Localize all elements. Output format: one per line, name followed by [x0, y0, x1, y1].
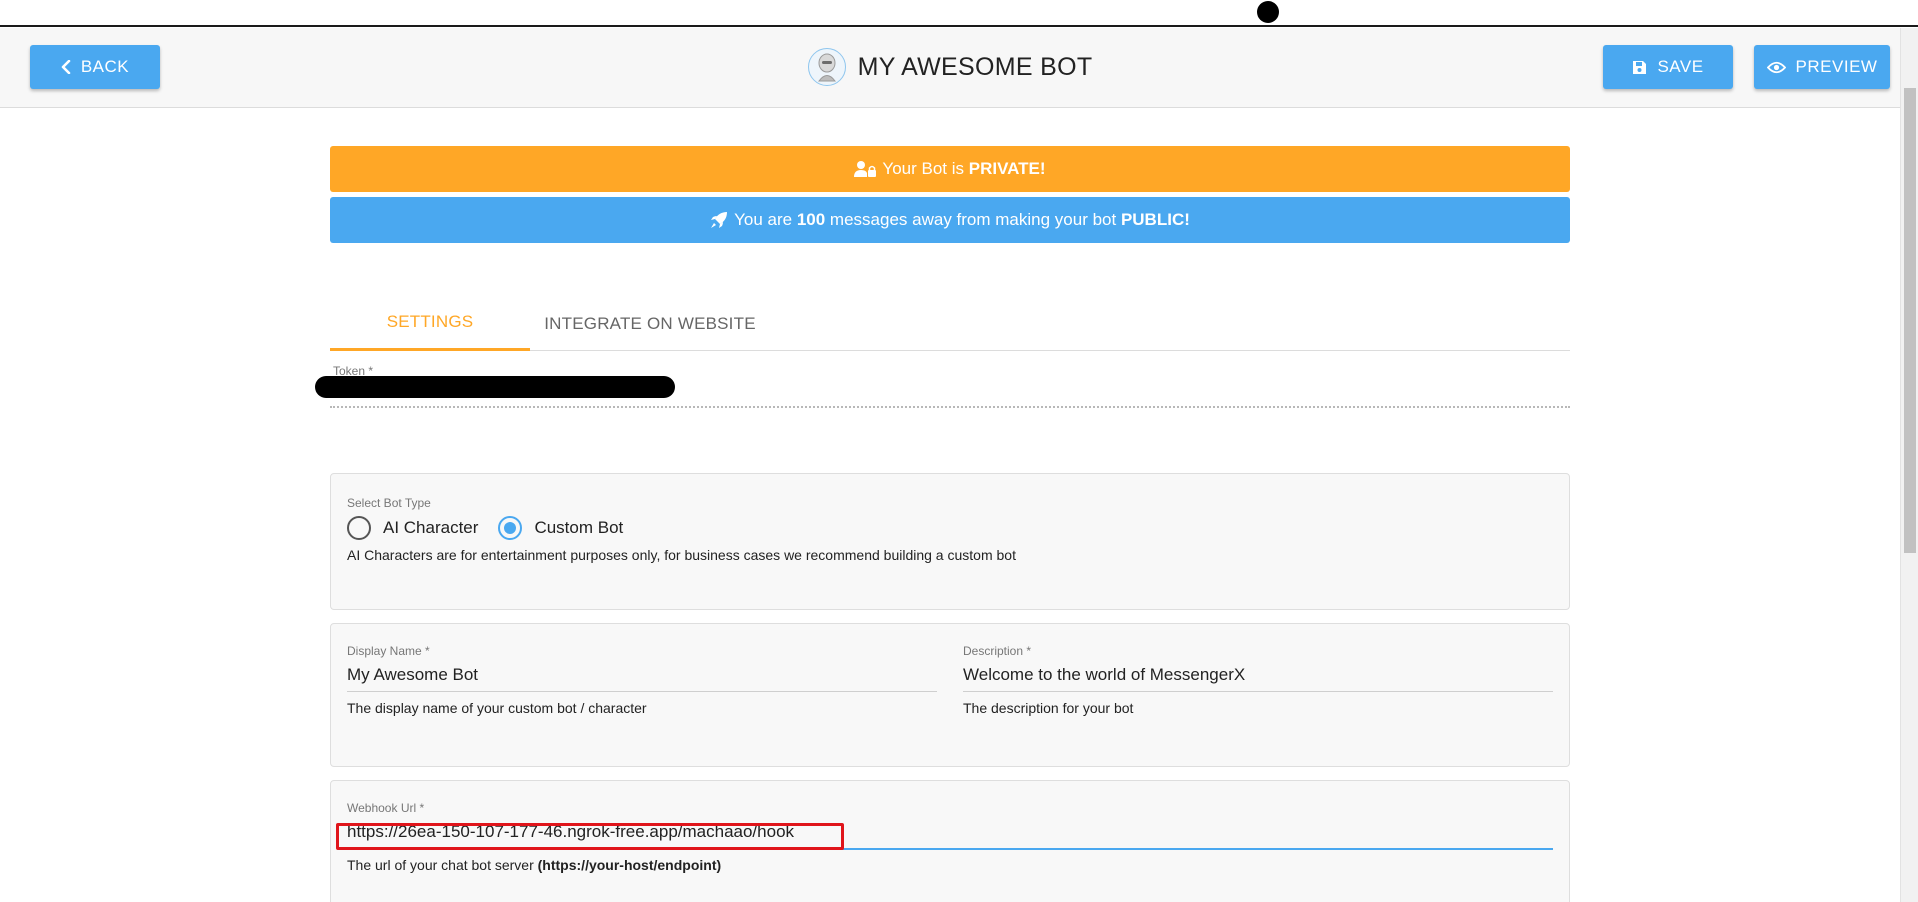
- radio-custom-bot-label[interactable]: Custom Bot: [534, 518, 623, 538]
- save-button-label: SAVE: [1657, 57, 1704, 76]
- tab-settings[interactable]: SETTINGS: [330, 296, 530, 351]
- settings-tabs: SETTINGS INTEGRATE ON WEBSITE: [330, 296, 1570, 351]
- webhook-helper: The url of your chat bot server (https:/…: [347, 857, 1553, 873]
- display-name-input[interactable]: My Awesome Bot: [347, 658, 937, 692]
- webhook-helper-example: (https://your-host/endpoint): [537, 857, 722, 873]
- bot-type-label: Select Bot Type: [347, 496, 431, 510]
- webhook-helper-prefix: The url of your chat bot server: [347, 857, 538, 873]
- token-underline: [330, 406, 1570, 408]
- bot-identity-card: Display Name * My Awesome Bot The displa…: [330, 623, 1570, 767]
- eye-icon: [1766, 61, 1786, 73]
- preview-button[interactable]: PREVIEW: [1754, 45, 1890, 89]
- save-button[interactable]: SAVE: [1603, 45, 1733, 89]
- public-banner-middle: messages away from making your bot: [825, 210, 1121, 229]
- webhook-card: Webhook Url * https://26ea-150-107-177-4…: [330, 780, 1570, 902]
- cursor-dot: [1257, 1, 1279, 23]
- token-field[interactable]: Token *: [315, 364, 1570, 408]
- radio-ai-character-label[interactable]: AI Character: [383, 518, 478, 538]
- private-banner-prefix: Your Bot is: [882, 159, 969, 178]
- private-banner-strong: PRIVATE!: [968, 159, 1046, 178]
- webhook-label: Webhook Url *: [347, 801, 425, 815]
- bot-type-radio-group: AI Character Custom Bot: [347, 516, 643, 540]
- preview-button-label: PREVIEW: [1795, 57, 1878, 76]
- description-input[interactable]: Welcome to the world of MessengerX: [963, 658, 1553, 692]
- public-banner-text: You are 100 messages away from making yo…: [734, 210, 1190, 230]
- private-banner-text: Your Bot is PRIVATE!: [882, 159, 1045, 179]
- public-banner-count: 100: [796, 210, 826, 229]
- save-icon: [1633, 60, 1647, 74]
- scrollbar-thumb[interactable]: [1904, 88, 1916, 553]
- webhook-highlight-box: [336, 823, 844, 850]
- display-name-field: Display Name * My Awesome Bot The displa…: [347, 644, 937, 716]
- description-helper: The description for your bot: [963, 700, 1134, 716]
- public-banner-prefix: You are: [734, 210, 797, 229]
- browser-top-strip: [0, 0, 1918, 27]
- tab-integrate-on-website[interactable]: INTEGRATE ON WEBSITE: [530, 296, 770, 351]
- page-title: MY AWESOME BOT: [857, 52, 1093, 81]
- display-name-helper: The display name of your custom bot / ch…: [347, 700, 647, 716]
- token-redaction: [315, 376, 675, 398]
- robot-avatar-icon: [807, 48, 846, 86]
- radio-ai-character[interactable]: [347, 516, 371, 540]
- display-name-label: Display Name *: [347, 644, 430, 658]
- app-header: BACK MY AWESOME BOT SAVE PREVIEW: [0, 28, 1900, 108]
- description-label: Description *: [963, 644, 1032, 658]
- user-lock-icon: [854, 161, 877, 177]
- page-scrollbar[interactable]: [1900, 28, 1918, 902]
- app-window: BACK MY AWESOME BOT SAVE PREVIEW Your Bo: [0, 28, 1918, 902]
- public-progress-banner: You are 100 messages away from making yo…: [330, 197, 1570, 243]
- settings-content: Your Bot is PRIVATE! You are 100 message…: [315, 146, 1570, 902]
- description-field: Description * Welcome to the world of Me…: [963, 644, 1553, 716]
- rocket-icon: [711, 212, 728, 228]
- radio-custom-bot[interactable]: [498, 516, 523, 540]
- private-status-banner: Your Bot is PRIVATE!: [330, 146, 1570, 192]
- public-banner-strong: PUBLIC!: [1120, 210, 1190, 229]
- bot-type-card: Select Bot Type AI Character Custom Bot …: [330, 473, 1570, 610]
- bot-type-helper: AI Characters are for entertainment purp…: [347, 547, 1016, 563]
